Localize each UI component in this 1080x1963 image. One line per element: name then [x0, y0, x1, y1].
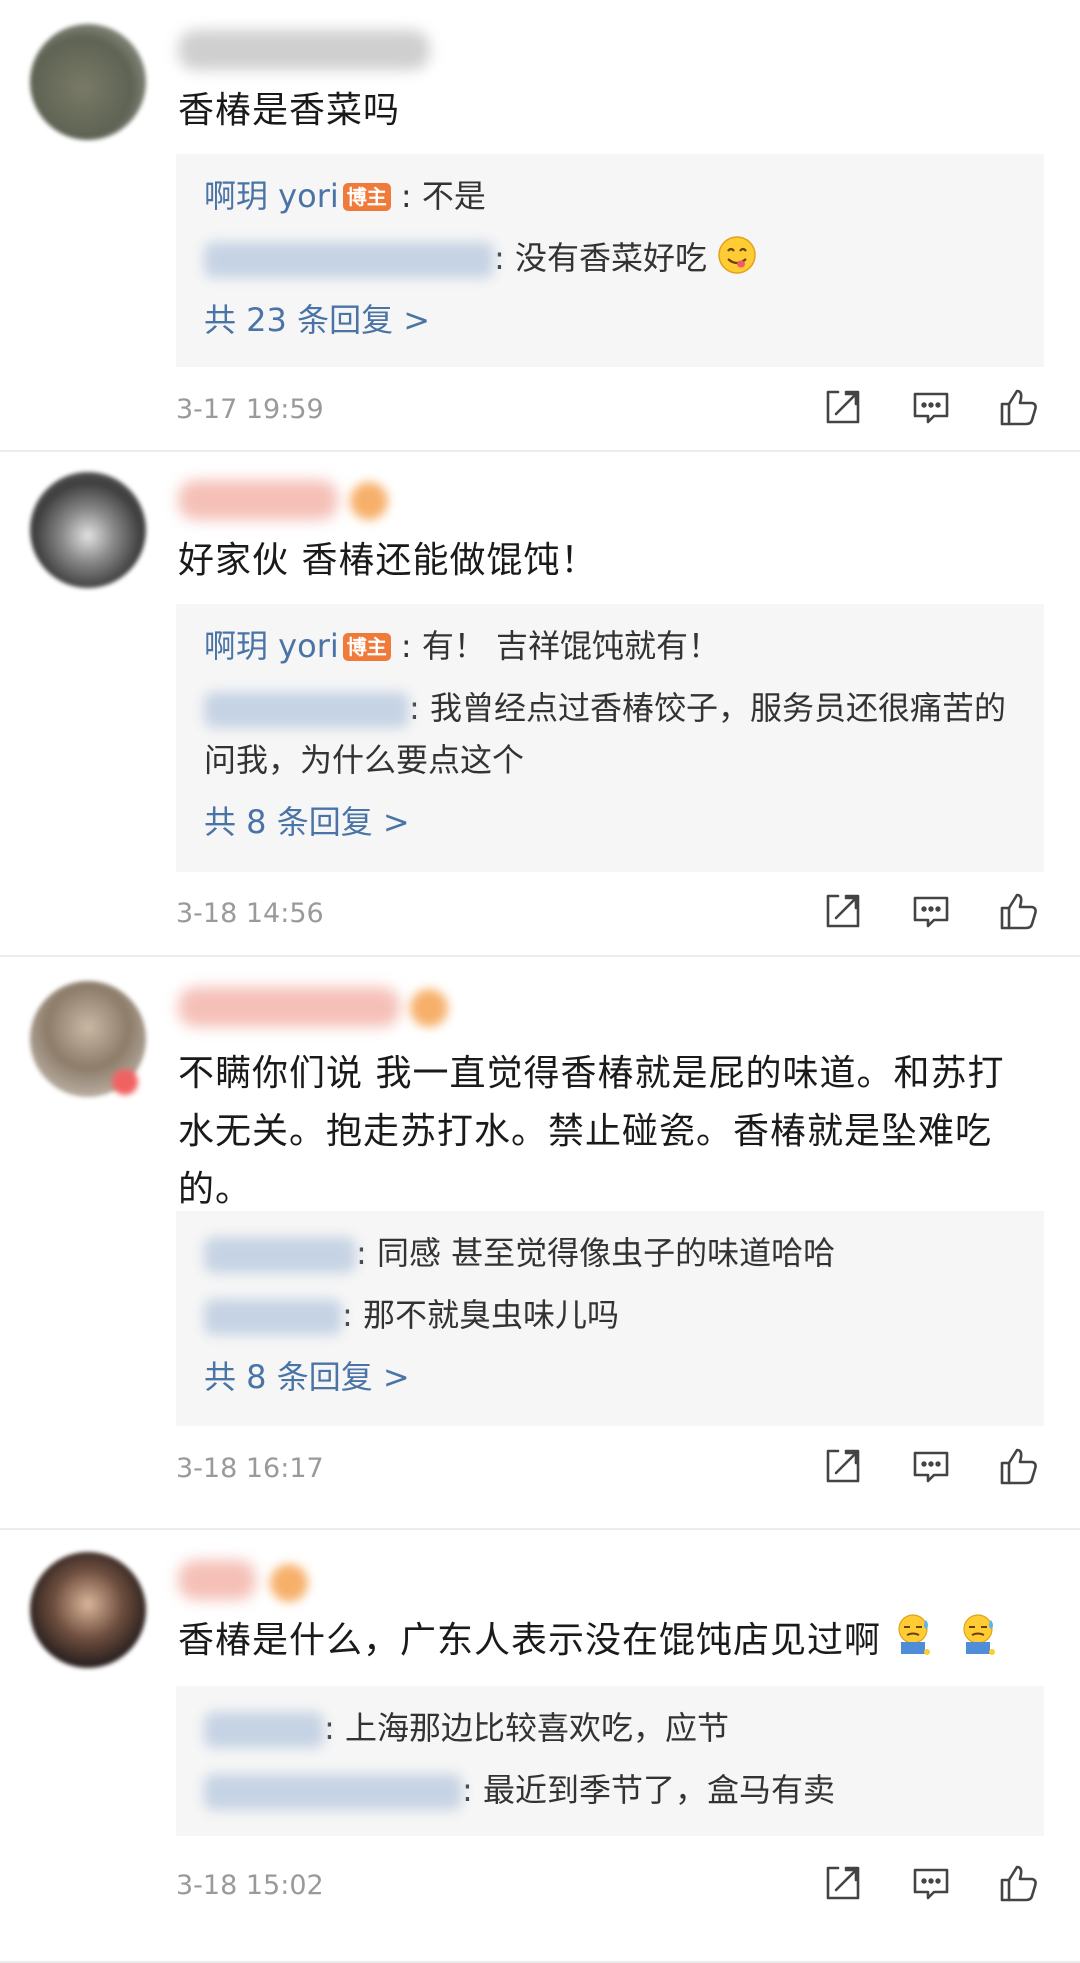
like-icon[interactable]: [998, 386, 1040, 428]
reply-text: : 那不就臭虫味儿吗: [342, 1296, 619, 1334]
like-icon[interactable]: [998, 1445, 1040, 1487]
reply-line: 啊玥 yori 博主 : 有！ 吉祥馄饨就有！: [204, 620, 1016, 672]
author-badge: 博主: [342, 633, 391, 661]
comment-item: 香椿是香菜吗 啊玥 yori 博主 : 不是 : 没有香菜好吃 共 23 条回复 …: [0, 0, 1080, 452]
username-blurred[interactable]: [178, 480, 338, 520]
comment-text: 不瞒你们说 我一直觉得香椿就是屁的味道。和苏打水无关。抱走苏打水。禁止碰瓷。香椿…: [178, 1053, 1005, 1210]
reply-box[interactable]: 啊玥 yori 博主 : 有！ 吉祥馄饨就有！ : 我曾经点过香椿饺子，服务员还很…: [176, 604, 1044, 872]
more-replies-link[interactable]: 共 23 条回复 >: [204, 294, 1016, 346]
comment-text: 香椿是香菜吗: [178, 90, 401, 131]
action-bar: [822, 386, 1040, 428]
reply-text: : 上海那边比较喜欢吃，应节: [324, 1709, 729, 1747]
comment-meta: 3-18 14:56: [176, 890, 1040, 938]
comment-icon[interactable]: [910, 386, 952, 428]
reply-text: : 没有香菜好吃: [494, 239, 707, 277]
reply-line: : 同感 甚至觉得像虫子的味道哈哈: [204, 1227, 1016, 1279]
action-bar: [822, 890, 1040, 932]
comment-icon[interactable]: [910, 890, 952, 932]
emoji-yum-icon: [718, 236, 756, 274]
like-icon[interactable]: [998, 1862, 1040, 1904]
comment-text-body: 香椿是什么，广东人表示没在馄饨店见过啊: [178, 1620, 882, 1661]
reply-author-name[interactable]: 啊玥 yori: [204, 177, 339, 215]
comment-icon[interactable]: [910, 1862, 952, 1904]
comment-item: 不瞒你们说 我一直觉得香椿就是屁的味道。和苏打水无关。抱走苏打水。禁止碰瓷。香椿…: [0, 957, 1080, 1530]
reply-line: : 我曾经点过香椿饺子，服务员还很痛苦的问我，为什么要点这个: [204, 682, 1016, 786]
comment-meta: 3-18 16:17: [176, 1445, 1040, 1493]
reply-name-blurred[interactable]: [204, 1712, 324, 1748]
timestamp: 3-18 15:02: [176, 1870, 324, 1901]
timestamp: 3-17 19:59: [176, 394, 324, 425]
avatar[interactable]: [30, 472, 146, 588]
reply-text: : 同感 甚至觉得像虫子的味道哈哈: [356, 1234, 836, 1272]
reply-line: : 那不就臭虫味儿吗: [204, 1289, 1016, 1341]
reply-text: : 有！ 吉祥馄饨就有！: [400, 627, 721, 665]
reply-line: 啊玥 yori 博主 : 不是: [204, 170, 1016, 222]
action-bar: [822, 1862, 1040, 1904]
avatar[interactable]: [30, 24, 146, 140]
more-replies-link[interactable]: 共 8 条回复 >: [204, 796, 1016, 848]
comment-text: 香椿是什么，广东人表示没在馄饨店见过啊: [178, 1612, 1040, 1670]
badge-blurred: [350, 482, 388, 520]
author-badge: 博主: [342, 183, 391, 211]
comment-item: 好家伙 香椿还能做馄饨！ 啊玥 yori 博主 : 有！ 吉祥馄饨就有！ : 我曾…: [0, 452, 1080, 957]
reply-line: : 最近到季节了，盒马有卖: [204, 1764, 1016, 1816]
comment-icon[interactable]: [910, 1445, 952, 1487]
comment-text: 好家伙 香椿还能做馄饨！: [178, 540, 598, 581]
reply-text: : 最近到季节了，盒马有卖: [462, 1771, 835, 1809]
reply-name-blurred[interactable]: [204, 1237, 356, 1273]
action-bar: [822, 1445, 1040, 1487]
comment-item: 香椿是什么，广东人表示没在馄饨店见过啊 : 上海那边比较喜欢吃，应节 : 最近到…: [0, 1530, 1080, 1963]
reply-box[interactable]: : 同感 甚至觉得像虫子的味道哈哈 : 那不就臭虫味儿吗 共 8 条回复 >: [176, 1211, 1044, 1426]
username-blurred[interactable]: [178, 1560, 256, 1600]
share-icon[interactable]: [822, 890, 864, 932]
avatar[interactable]: [30, 1552, 146, 1668]
comment-meta: 3-18 15:02: [176, 1862, 1040, 1910]
badge-blurred: [410, 989, 448, 1027]
more-replies-link[interactable]: 共 8 条回复 >: [204, 1351, 1016, 1403]
avatar-status-dot: [112, 1069, 138, 1095]
reply-line: : 上海那边比较喜欢吃，应节: [204, 1702, 1016, 1754]
emoji-sweat-icon: [898, 1614, 931, 1655]
username-blurred[interactable]: [178, 30, 430, 70]
reply-line: : 没有香菜好吃: [204, 232, 1016, 284]
emoji-sweat-icon: [963, 1614, 995, 1655]
reply-name-blurred[interactable]: [204, 242, 494, 278]
badge-blurred: [270, 1564, 308, 1602]
reply-text: : 不是: [400, 177, 486, 215]
reply-author-name[interactable]: 啊玥 yori: [204, 627, 339, 665]
reply-name-blurred[interactable]: [204, 1299, 342, 1335]
like-icon[interactable]: [998, 890, 1040, 932]
comment-meta: 3-17 19:59: [176, 386, 1040, 434]
reply-box[interactable]: : 上海那边比较喜欢吃，应节 : 最近到季节了，盒马有卖: [176, 1686, 1044, 1836]
reply-box[interactable]: 啊玥 yori 博主 : 不是 : 没有香菜好吃 共 23 条回复 >: [176, 154, 1044, 367]
timestamp: 3-18 16:17: [176, 1453, 324, 1484]
timestamp: 3-18 14:56: [176, 898, 324, 929]
reply-name-blurred[interactable]: [204, 1774, 462, 1810]
share-icon[interactable]: [822, 386, 864, 428]
share-icon[interactable]: [822, 1445, 864, 1487]
username-blurred[interactable]: [178, 987, 400, 1027]
reply-name-blurred[interactable]: [204, 692, 409, 728]
share-icon[interactable]: [822, 1862, 864, 1904]
